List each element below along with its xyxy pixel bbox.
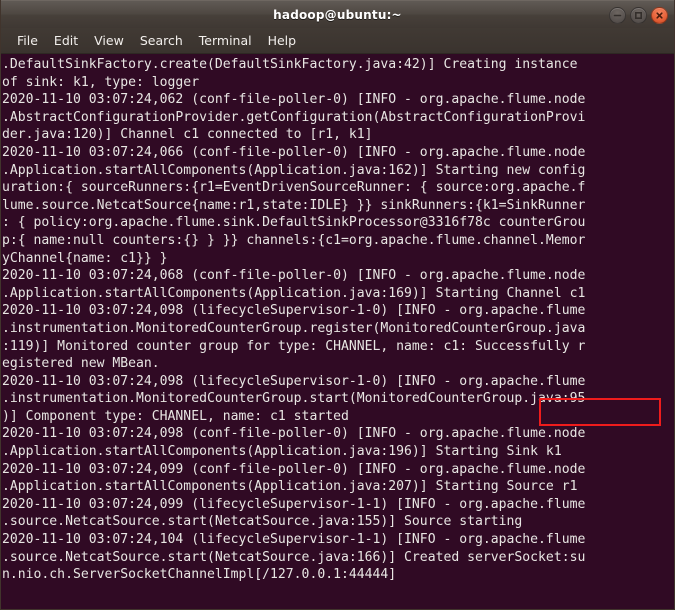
menu-item-help[interactable]: Help — [260, 31, 305, 51]
terminal-line: p:{ name:null counters:{} } }} channels:… — [2, 232, 586, 248]
terminal-line-list: .DefaultSinkFactory.create(DefaultSinkFa… — [2, 56, 674, 584]
terminal-line: .Application.startAllComponents(Applicat… — [2, 444, 562, 460]
terminal-line: .Application.startAllComponents(Applicat… — [2, 479, 578, 495]
terminal-line: lume.source.NetcatSource{name:r1,state:I… — [2, 197, 586, 213]
close-icon — [654, 10, 665, 21]
window-controls — [609, 1, 668, 29]
maximize-icon — [633, 10, 644, 21]
terminal-line: egistered new MBean. — [2, 356, 160, 372]
terminal-line: .Application.startAllComponents(Applicat… — [2, 162, 586, 178]
menu-item-file[interactable]: File — [9, 31, 46, 51]
terminal-line: .instrumentation.MonitoredCounterGroup.r… — [2, 320, 586, 336]
terminal-line: .source.NetcatSource.start(NetcatSource.… — [2, 549, 586, 565]
minimize-icon — [612, 10, 623, 21]
terminal-line: 2020-11-10 03:07:24,099 (lifecycleSuperv… — [2, 496, 586, 512]
terminal-line: n.nio.ch.ServerSocketChannelImpl[/127.0.… — [2, 567, 397, 583]
terminal-line: uration:{ sourceRunners:{r1=EventDrivenS… — [2, 180, 586, 196]
terminal-window: hadoop@ubuntu:~ File Edit View Search Te… — [0, 0, 675, 610]
terminal-line: .DefaultSinkFactory.create(DefaultSinkFa… — [2, 57, 578, 72]
terminal-line: .Application.startAllComponents(Applicat… — [2, 285, 586, 301]
menu-bar: File Edit View Search Terminal Help — [1, 28, 674, 54]
close-button[interactable] — [651, 6, 668, 24]
window-title: hadoop@ubuntu:~ — [273, 7, 402, 22]
maximize-button[interactable] — [630, 6, 647, 24]
menu-item-search[interactable]: Search — [132, 31, 191, 51]
terminal-line: of sink: k1, type: logger — [2, 74, 200, 90]
terminal-line: : { policy:org.apache.flume.sink.Default… — [2, 215, 586, 231]
terminal-line: .instrumentation.MonitoredCounterGroup.s… — [2, 391, 586, 407]
terminal-line: :119)] Monitored counter group for type:… — [2, 338, 586, 354]
terminal-line: 2020-11-10 03:07:24,066 (conf-file-polle… — [2, 144, 586, 160]
terminal-line: der.java:120)] Channel c1 connected to [… — [2, 127, 373, 143]
terminal-line: 2020-11-10 03:07:24,099 (conf-file-polle… — [2, 461, 586, 477]
terminal-line: 2020-11-10 03:07:24,068 (conf-file-polle… — [2, 268, 586, 284]
menu-item-view[interactable]: View — [86, 31, 132, 51]
minimize-button[interactable] — [609, 6, 626, 24]
terminal-line: .AbstractConfigurationProvider.getConfig… — [2, 109, 586, 125]
terminal-line: 2020-11-10 03:07:24,098 (conf-file-polle… — [2, 426, 586, 442]
title-bar[interactable]: hadoop@ubuntu:~ — [1, 0, 674, 28]
terminal-line: )] Component type: CHANNEL, name: c1 sta… — [2, 408, 349, 424]
menu-item-terminal[interactable]: Terminal — [191, 31, 260, 51]
terminal-line: yChannel{name: c1}} } — [2, 250, 168, 266]
terminal-line: 2020-11-10 03:07:24,104 (lifecycleSuperv… — [2, 532, 586, 548]
terminal-output-area[interactable]: .DefaultSinkFactory.create(DefaultSinkFa… — [1, 54, 674, 609]
terminal-line: 2020-11-10 03:07:24,098 (lifecycleSuperv… — [2, 303, 586, 319]
terminal-line: 2020-11-10 03:07:24,098 (lifecycleSuperv… — [2, 373, 586, 389]
terminal-line: 2020-11-10 03:07:24,062 (conf-file-polle… — [2, 92, 586, 108]
terminal-line: .source.NetcatSource.start(NetcatSource.… — [2, 514, 523, 530]
menu-item-edit[interactable]: Edit — [46, 31, 86, 51]
